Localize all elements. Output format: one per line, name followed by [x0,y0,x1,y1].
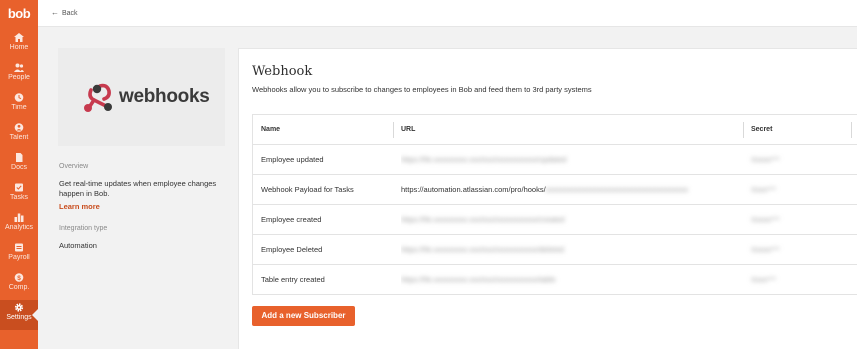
overview-text: Get real-time updates when employee chan… [59,179,217,198]
row-url: https://hk.xxxxxxxxx.xxx/xxx/xxxxxxxxxxx… [401,205,736,235]
sidebar-item-label: Docs [11,164,27,171]
sidebar-item-label: Analytics [4,224,33,231]
back-button[interactable]: ← Back [51,8,78,17]
table-row[interactable]: Employee updated https://hk.xxxxxxxxx.xx… [253,145,857,175]
compensation-icon: $ [14,273,24,282]
row-url-redacted: https://hk.xxxxxxxxx.xxx/xxx/xxxxxxxxxxx… [401,275,556,284]
column-header-secret[interactable]: Secret [751,115,841,145]
docs-icon [16,153,23,162]
bob-logo[interactable]: bob [0,6,38,21]
integration-type-label: Integration type [59,225,108,232]
row-secret: Xxxxx*** [751,245,780,254]
sidebar-item-time[interactable]: Time [0,90,38,120]
column-header-name[interactable]: Name [261,115,391,145]
active-indicator [32,308,39,322]
sidebar-item-label: Time [11,104,27,111]
row-url-visible: https://automation.atlassian.com/pro/hoo… [401,185,546,194]
top-bar: ← Back [38,0,857,27]
analytics-icon [14,213,24,222]
row-name: Table entry created [261,275,325,284]
row-url: https://automation.atlassian.com/pro/hoo… [401,175,736,205]
add-subscriber-button[interactable]: Add a new Subscriber [252,306,355,326]
row-name: Employee updated [261,155,324,164]
people-icon [14,63,24,72]
row-secret: Xxxxx*** [751,215,780,224]
integration-type-value: Automation [59,241,97,250]
column-divider [743,122,744,138]
webhook-card: Webhook Webhooks allow you to subscribe … [238,48,857,349]
sidebar-item-label: Home [9,44,29,51]
sidebar-item-compensation[interactable]: $ Comp. [0,270,38,300]
table-row[interactable]: Webhook Payload for Tasks https://automa… [253,175,857,205]
row-url-redacted: https://hk.xxxxxxxxx.xxx/xxx/xxxxxxxxxxx… [401,215,565,224]
gear-icon [14,303,24,312]
row-url-redacted: https://hk.xxxxxxxxx.xxx/xxx/xxxxxxxxxxx… [401,245,564,254]
row-url: https://hk.xxxxxxxxx.xxx/xxx/xxxxxxxxxxx… [401,235,736,265]
home-icon [14,33,24,42]
sidebar-item-analytics[interactable]: Analytics [0,210,38,240]
table-row[interactable]: Employee created https://hk.xxxxxxxxx.xx… [253,205,857,235]
column-header-url[interactable]: URL [401,115,736,145]
row-secret: Xxxx*** [751,275,777,284]
table-header-row: Name URL Secret [253,115,857,145]
overview-label: Overview [59,163,89,170]
row-url-redacted: https://hk.xxxxxxxxx.xxx/xxx/xxxxxxxxxxx… [401,155,567,164]
sidebar: bob Home People Time Talent Docs Tasks A… [0,0,39,349]
sidebar-item-label: Payroll [8,254,30,261]
sidebar-item-label: Talent [9,134,29,141]
sidebar-item-people[interactable]: People [0,60,38,90]
row-url-redacted: xxxxxxxxxxxxxxxxxxxxxxxxxxxxxxxxxxxxxx [545,185,689,194]
row-name: Employee created [261,215,322,224]
subscribers-table: Name URL Secret Employee updated https:/… [252,114,857,295]
talent-icon [14,123,24,132]
webhooks-logo-icon [84,83,112,112]
back-label: Back [62,10,78,17]
sidebar-item-payroll[interactable]: Payroll [0,240,38,270]
svg-text:$: $ [17,275,21,282]
sidebar-item-tasks[interactable]: Tasks [0,180,38,210]
column-divider [851,122,852,138]
sidebar-item-home[interactable]: Home [0,30,38,60]
row-name: Webhook Payload for Tasks [261,185,354,194]
column-divider [393,122,394,138]
page-title: Webhook [252,64,313,79]
clock-icon [14,93,24,102]
table-row[interactable]: Table entry created https://hk.xxxxxxxxx… [253,265,857,295]
page-description: Webhooks allow you to subscribe to chang… [252,85,592,94]
row-secret: Xxxxx*** [751,155,780,164]
sidebar-item-settings[interactable]: Settings [0,300,39,330]
integration-hero: webhooks [58,48,225,146]
row-secret: Xxxx*** [751,185,777,194]
sidebar-item-docs[interactable]: Docs [0,150,38,180]
webhooks-wordmark: webhooks [119,86,210,107]
tasks-icon [15,183,23,192]
row-name: Employee Deleted [261,245,323,254]
sidebar-item-label: Tasks [10,194,28,201]
learn-more-link[interactable]: Learn more [59,202,100,211]
row-url: https://hk.xxxxxxxxx.xxx/xxx/xxxxxxxxxxx… [401,145,736,175]
arrow-left-icon: ← [51,8,59,17]
sidebar-item-label: Comp. [8,284,30,291]
table-row[interactable]: Employee Deleted https://hk.xxxxxxxxx.xx… [253,235,857,265]
sidebar-item-talent[interactable]: Talent [0,120,38,150]
sidebar-item-label: People [8,74,30,81]
payroll-icon [15,243,23,252]
row-url: https://hk.xxxxxxxxx.xxx/xxx/xxxxxxxxxxx… [401,265,736,295]
